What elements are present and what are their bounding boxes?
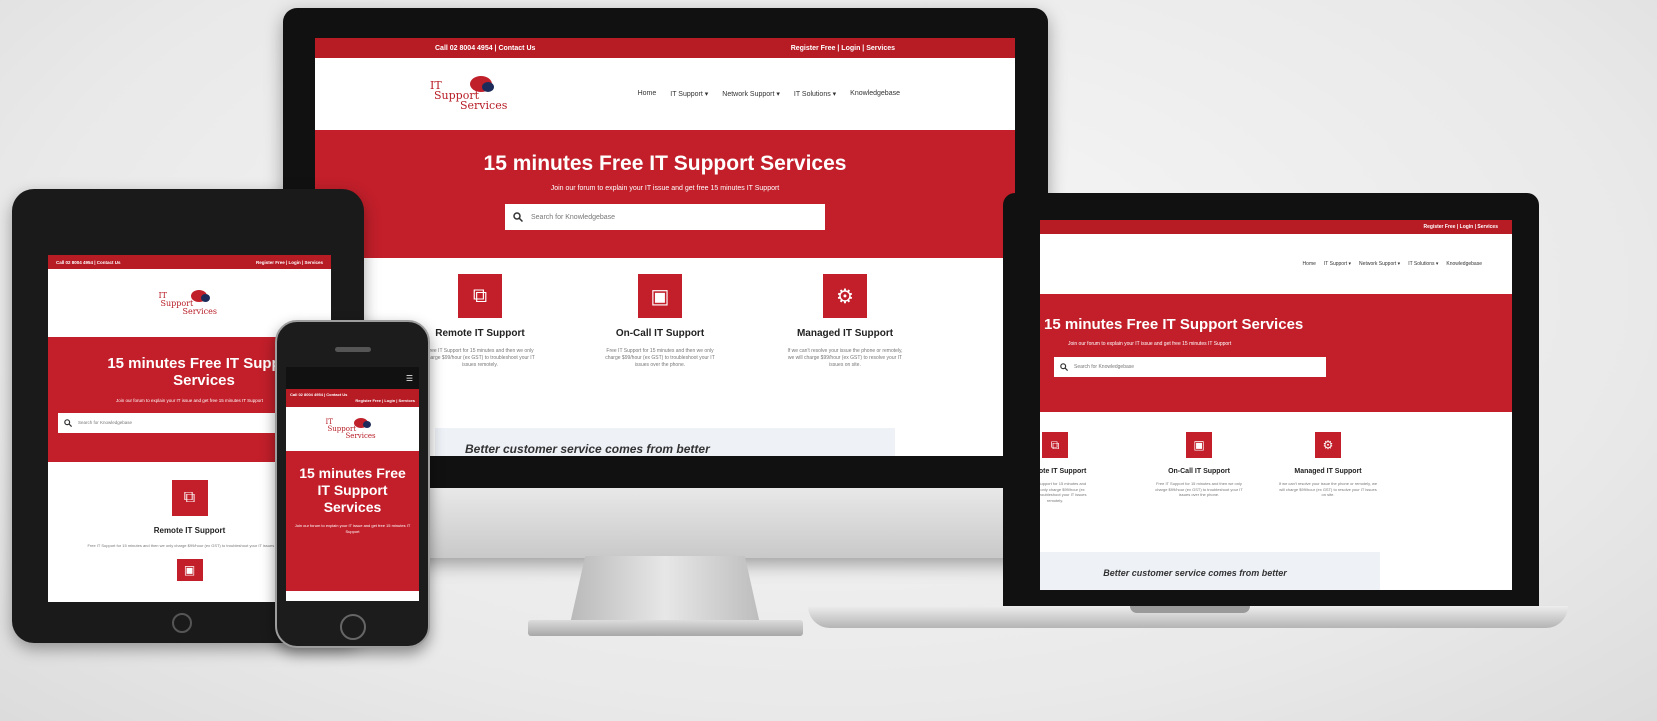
service-text: Free IT Support for 15 minutes and then … bbox=[425, 348, 535, 368]
nav-knowledgebase[interactable]: Knowledgebase bbox=[1446, 261, 1482, 267]
search-input[interactable]: Search for Knowledgebase bbox=[505, 204, 825, 230]
site-header: IT Support Services bbox=[286, 407, 419, 451]
service-title: Managed IT Support bbox=[1294, 468, 1362, 475]
service-card-remote[interactable]: ⧉ Remote IT Support Free IT Support for … bbox=[1040, 432, 1090, 503]
remote-desktop-icon: ⧉ bbox=[171, 480, 208, 516]
monitor-user-icon: ▣ bbox=[176, 558, 203, 581]
band-heading: Better customer service comes from bette… bbox=[465, 442, 710, 456]
hero-title: 15 minutes Free IT Support Services bbox=[483, 152, 847, 175]
nav-home[interactable]: Home bbox=[638, 90, 657, 98]
site-header: Home IT Support ▾ Network Support ▾ IT S… bbox=[1040, 234, 1512, 294]
remote-desktop-icon: ⧉ bbox=[1042, 432, 1068, 458]
nav-it-solutions[interactable]: IT Solutions ▾ bbox=[794, 90, 836, 98]
search-input[interactable]: Search for Knowledgebase bbox=[1054, 357, 1326, 377]
gears-icon: ⚙ bbox=[1315, 432, 1341, 458]
nav-it-solutions[interactable]: IT Solutions ▾ bbox=[1408, 261, 1438, 267]
logo[interactable]: IT Support Services bbox=[159, 286, 221, 320]
remote-desktop-icon: ⧉ bbox=[458, 274, 502, 318]
hero-title: 15 minutes Free IT Support Services bbox=[1044, 316, 1304, 333]
monitor-foot bbox=[528, 620, 803, 636]
service-title: Remote IT Support bbox=[1040, 468, 1087, 475]
search-icon bbox=[513, 212, 523, 222]
monitor-user-icon: ▣ bbox=[1186, 432, 1212, 458]
hero-subtitle: Join our forum to explain your IT issue … bbox=[294, 523, 411, 534]
nav-network-support[interactable]: Network Support ▾ bbox=[1359, 261, 1400, 267]
phone-speaker bbox=[335, 347, 371, 352]
hero-title: 15 minutes Free IT Support Services bbox=[299, 465, 406, 515]
monitor-stand bbox=[570, 556, 760, 624]
testimonial-band: Better customer service comes from bette… bbox=[1040, 552, 1380, 590]
topbar: Call 02 8004 4954 | Contact Us Register … bbox=[286, 389, 419, 407]
hero: 15 minutes Free IT Support Services Join… bbox=[1040, 294, 1512, 412]
topbar: Call 02 8004 4954 | Contact Us Register … bbox=[315, 38, 1015, 58]
services-row: ⧉ Remote IT Support Free IT Support for … bbox=[1040, 412, 1512, 504]
search-icon bbox=[1060, 363, 1068, 371]
laptop-notch bbox=[1130, 606, 1250, 613]
nav-it-support[interactable]: IT Support ▾ bbox=[670, 90, 708, 98]
hero-subtitle: Join our forum to explain your IT issue … bbox=[1068, 341, 1232, 347]
logo-line3: Services bbox=[182, 307, 217, 316]
band-heading: Better customer service comes from bette… bbox=[1103, 568, 1287, 578]
logo-line3: Services bbox=[345, 432, 376, 440]
topbar-account-links[interactable]: Register Free | Login | Services bbox=[791, 45, 895, 52]
search-placeholder: Search for Knowledgebase bbox=[78, 420, 133, 425]
laptop-site-preview: Register Free | Login | Services Home IT… bbox=[1040, 220, 1512, 590]
nav-home[interactable]: Home bbox=[1303, 261, 1316, 267]
topbar: Register Free | Login | Services bbox=[1040, 220, 1512, 234]
service-text: Free IT Support for 15 minutes and then … bbox=[1040, 481, 1087, 503]
topbar-contact[interactable]: Call 02 8004 4954 | Contact Us bbox=[56, 260, 121, 265]
service-text: If we can't resolve your issue the phone… bbox=[1278, 481, 1378, 498]
service-card-oncall[interactable]: ▣ On-Call IT Support Free IT Support for… bbox=[1154, 432, 1244, 503]
logo[interactable]: IT Support Services bbox=[430, 74, 510, 114]
service-text: Free IT Support for 15 minutes and then … bbox=[1155, 481, 1243, 498]
service-card-managed[interactable]: ⚙ Managed IT Support If we can't resolve… bbox=[1278, 432, 1378, 503]
search-icon bbox=[64, 418, 72, 427]
topbar-contact[interactable]: Call 02 8004 4954 | Contact Us bbox=[435, 45, 535, 52]
search-placeholder: Search for Knowledgebase bbox=[1074, 364, 1135, 370]
home-button[interactable] bbox=[172, 613, 192, 633]
search-placeholder: Search for Knowledgebase bbox=[531, 213, 616, 221]
main-nav: Home IT Support ▾ Network Support ▾ IT S… bbox=[638, 90, 900, 98]
hamburger-icon[interactable]: ☰ bbox=[406, 374, 413, 383]
service-title: Managed IT Support bbox=[796, 328, 894, 339]
logo-mark-icon bbox=[200, 294, 210, 302]
site-header: IT Support Services Home IT Support ▾ Ne… bbox=[315, 58, 1015, 130]
service-card-oncall[interactable]: ▣ On-Call IT Support Free IT Support for… bbox=[605, 274, 715, 369]
logo-mark-icon bbox=[362, 421, 371, 428]
nav-network-support[interactable]: Network Support ▾ bbox=[722, 90, 780, 98]
monitor-user-icon: ▣ bbox=[638, 274, 682, 318]
topbar-account-links[interactable]: Register Free | Login | Services bbox=[1424, 224, 1499, 230]
home-button[interactable] bbox=[340, 614, 366, 640]
mobile-menu-bar: ☰ bbox=[286, 367, 419, 389]
search-input[interactable]: Search for Knowledgebase bbox=[58, 412, 288, 433]
testimonial-band: Better customer service comes from bette… bbox=[435, 428, 895, 456]
hero: 15 minutes Free IT Support Services Join… bbox=[315, 130, 1015, 258]
service-title: Remote IT Support bbox=[435, 328, 525, 339]
topbar-account-links[interactable]: Register Free | Login | Services bbox=[256, 260, 323, 265]
topbar-account-links[interactable]: Register Free | Login | Services bbox=[290, 398, 415, 404]
service-title: On-Call IT Support bbox=[1168, 468, 1230, 475]
logo-line3: Services bbox=[460, 99, 508, 112]
topbar: Call 02 8004 4954 | Contact Us Register … bbox=[48, 255, 331, 269]
main-nav: Home IT Support ▾ Network Support ▾ IT S… bbox=[1303, 261, 1482, 267]
gears-icon: ⚙ bbox=[823, 274, 867, 318]
nav-it-support[interactable]: IT Support ▾ bbox=[1324, 261, 1351, 267]
service-card-managed[interactable]: ⚙ Managed IT Support If we can't resolve… bbox=[785, 274, 905, 369]
hero-subtitle: Join our forum to explain your IT issue … bbox=[550, 185, 780, 192]
nav-knowledgebase[interactable]: Knowledgebase bbox=[850, 90, 900, 98]
service-title: On-Call IT Support bbox=[615, 328, 705, 339]
phone-site-preview: ☰ Call 02 8004 4954 | Contact Us Registe… bbox=[286, 367, 419, 601]
logo-mark-icon bbox=[482, 82, 494, 92]
service-text: Free IT Support for 15 minutes and then … bbox=[605, 348, 715, 368]
hero: 15 minutes Free IT Support Services Join… bbox=[286, 451, 419, 591]
logo[interactable]: IT Support Services bbox=[326, 414, 380, 444]
service-text: If we can't resolve your issue the phone… bbox=[787, 348, 903, 368]
service-card-remote[interactable]: ⧉ Remote IT Support Free IT Support for … bbox=[425, 274, 535, 369]
